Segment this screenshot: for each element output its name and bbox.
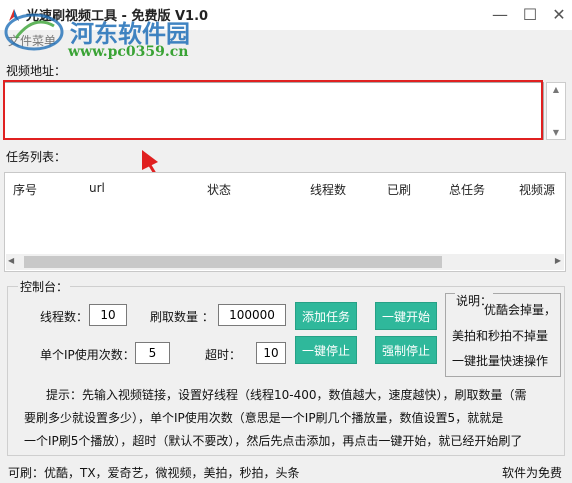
note-line-3: 一键批量快速操作 [452, 354, 549, 368]
timeout-input[interactable] [256, 342, 286, 364]
note-line-1: 优酷会掉量， [484, 303, 557, 317]
video-url-input[interactable] [7, 85, 531, 139]
column-header-source[interactable]: 视频源 [519, 181, 555, 198]
column-header-threads[interactable]: 线程数 [310, 181, 346, 198]
close-button[interactable]: ✕ [549, 6, 569, 24]
tip-line-3: 一个IP刷5个播放），超时（默认不要改），然后先点击添加，再点击一键开始，就已经… [24, 434, 523, 448]
url-scrollbar[interactable]: ▲ ▼ [546, 82, 566, 140]
threads-label: 线程数： [40, 310, 89, 324]
task-table[interactable]: 序号 url 状态 线程数 已刷 总任务 视频源 ◀ ▶ [4, 172, 566, 272]
add-task-button[interactable]: 添加任务 [295, 302, 357, 330]
supported-platforms-text: 可刷：优酷，TX，爱奇艺，微视频，美拍，秒拍，头条 [8, 466, 300, 480]
ip-uses-input[interactable] [135, 342, 170, 364]
video-url-field-frame [4, 82, 544, 140]
scroll-up-icon[interactable]: ▲ [547, 85, 565, 94]
count-input[interactable] [218, 304, 286, 326]
ip-uses-label: 单个IP使用次数： [40, 348, 135, 362]
video-url-label: 视频地址： [6, 64, 67, 78]
column-header-index[interactable]: 序号 [13, 181, 37, 198]
console-label: 控制台： [18, 278, 71, 295]
task-list-label: 任务列表： [6, 150, 67, 164]
scroll-right-icon[interactable]: ▶ [555, 256, 561, 265]
free-software-text: 软件为免费 [502, 466, 563, 480]
tip-line-1: 提示：先输入视频链接，设置好线程（线程10-400，数值越大，速度越快），刷取数… [46, 388, 527, 402]
watermark-logo [4, 13, 64, 51]
start-all-button[interactable]: 一键开始 [375, 302, 437, 330]
count-label: 刷取数量 ： [150, 310, 214, 324]
timeout-label: 超时： [205, 348, 242, 362]
maximize-button[interactable]: ☐ [520, 6, 540, 24]
column-header-done[interactable]: 已刷 [387, 181, 411, 198]
threads-input[interactable] [89, 304, 127, 326]
column-header-url[interactable]: url [89, 181, 105, 195]
table-horizontal-scrollbar[interactable]: ◀ ▶ [6, 254, 564, 270]
scrollbar-thumb[interactable] [24, 256, 442, 268]
column-header-total[interactable]: 总任务 [449, 181, 485, 198]
watermark-url: www.pc0359.cn [68, 44, 189, 60]
scroll-down-icon[interactable]: ▼ [547, 128, 565, 137]
scroll-left-icon[interactable]: ◀ [8, 256, 14, 265]
column-header-status[interactable]: 状态 [207, 181, 231, 198]
force-stop-button[interactable]: 强制停止 [375, 336, 437, 364]
minimize-button[interactable]: — [490, 6, 510, 24]
stop-all-button[interactable]: 一键停止 [295, 336, 357, 364]
tip-line-2: 要刷多少就设置多少），单个IP使用次数（意思是一个IP刷几个播放量，数值设置5，… [24, 411, 504, 425]
note-line-2: 美拍和秒拍不掉量 [452, 329, 549, 343]
